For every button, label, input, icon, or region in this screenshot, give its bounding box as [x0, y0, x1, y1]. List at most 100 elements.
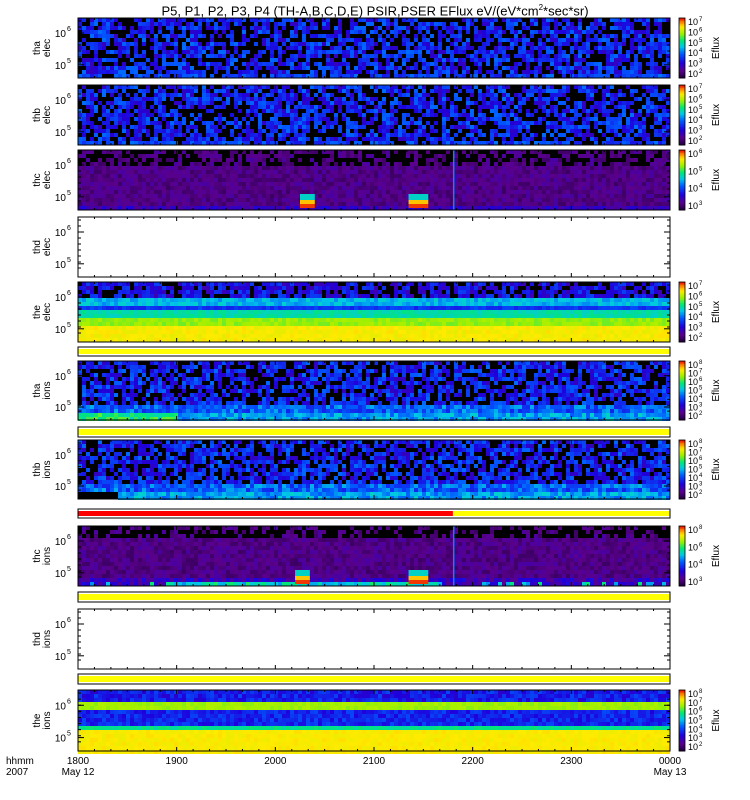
time-tick-label: 2000: [264, 756, 287, 767]
y-tick-exponent: 6: [67, 448, 71, 455]
colorbar-tick-label: 10: [688, 560, 698, 570]
y-tick-exponent: 5: [67, 649, 71, 656]
colorbar-tick-exponent: 5: [699, 38, 703, 44]
panel-label-species: ions: [42, 630, 53, 648]
colorbar-tick-label: 10: [688, 38, 698, 48]
panel-label-species: elec: [42, 303, 53, 321]
y-tick-label: 10: [55, 293, 67, 304]
colorbar-tick-label: 10: [688, 201, 698, 211]
colorbar-tick-exponent: 4: [699, 724, 703, 730]
y-tick-exponent: 5: [67, 190, 71, 197]
y-tick-label: 10: [55, 260, 67, 271]
colorbar-tick-label: 10: [688, 525, 698, 535]
y-tick-label: 10: [55, 325, 67, 336]
colorbar-tick-exponent: 6: [699, 291, 703, 297]
colorbar-tick-label: 10: [688, 312, 698, 322]
y-tick-label: 10: [55, 734, 67, 745]
mode-bar-segment: [78, 349, 670, 354]
y-tick-label: 10: [55, 61, 67, 72]
axes-thd_ions: 10 610 5thd ions: [32, 608, 671, 670]
colorbar-tick-label: 10: [688, 166, 698, 176]
y-tick-label: 10: [55, 161, 67, 172]
y-tick-label: 10: [55, 128, 67, 139]
colorbar-tick-exponent: 6: [699, 27, 703, 33]
colorbar-tick-label: 10: [688, 48, 698, 58]
colorbar-tick-exponent: 3: [699, 323, 703, 329]
heatmap-tha_elec: [78, 18, 670, 78]
panel-label-species: ions: [42, 711, 53, 729]
time-axis: 1800 1900 2000 2100 2200 2300 0000 May 12 May 13…: [6, 756, 687, 778]
y-tick-label: 10: [55, 403, 67, 414]
y-tick-exponent: 6: [67, 617, 71, 624]
colorbar-tick-label: 10: [688, 281, 698, 291]
y-tick-exponent: 6: [67, 158, 71, 165]
colorbar-tick-exponent: 5: [699, 166, 703, 172]
colorbar-label: Eflux: [711, 104, 722, 126]
colorbar-tick-exponent: 3: [699, 201, 703, 207]
colorbar-label: Eflux: [711, 545, 722, 567]
colorbar-tick-exponent: 4: [699, 115, 703, 121]
mode-bar-segment: [78, 676, 670, 682]
time-tick-label: 1800: [67, 756, 90, 767]
colorbar-tick-exponent: 6: [699, 149, 703, 155]
colorbar-tick-exponent: 4: [699, 312, 703, 318]
panel-label-species: ions: [42, 547, 53, 565]
colorbar-tick-label: 10: [688, 742, 698, 752]
colorbar-tick-exponent: 6: [699, 707, 703, 713]
mode-bar-thc_ions: [77, 591, 671, 603]
heatmap-thb_ions: [78, 440, 670, 500]
colorbar-tha_ions: 10 810 710 610 510 410 310 2Eflux: [678, 360, 722, 421]
colorbar-tick-label: 10: [688, 302, 698, 312]
colorbar-label: Eflux: [711, 37, 722, 59]
colorbar-tick-exponent: 5: [699, 465, 703, 471]
colorbar-tick-exponent: 2: [699, 69, 703, 75]
y-tick-label: 10: [55, 620, 67, 631]
colorbar-tick-exponent: 4: [699, 560, 703, 566]
colorbar-label: Eflux: [711, 301, 722, 323]
start-date-label: May 12: [62, 767, 95, 778]
colorbar-tick-exponent: 6: [699, 377, 703, 383]
axes-thd_elec: 10 610 5thd elec: [32, 216, 671, 278]
colorbar-tick-label: 10: [688, 411, 698, 421]
y-tick-label: 10: [55, 228, 67, 239]
panel-label-species: ions: [42, 381, 53, 399]
colorbar-tick-exponent: 8: [699, 525, 703, 531]
end-date-label: May 13: [654, 767, 687, 778]
colorbar-tick-exponent: 3: [699, 403, 703, 409]
colorbar-tick-exponent: 8: [699, 689, 703, 695]
colorbar-tick-exponent: 6: [699, 542, 703, 548]
time-tick-label: 1900: [166, 756, 189, 767]
time-tick-label: 2100: [363, 756, 386, 767]
colorbar-tick-exponent: 4: [699, 184, 703, 190]
panel-label-species: elec: [42, 106, 53, 124]
colorbar-tick-exponent: 5: [699, 716, 703, 722]
heatmap-the_elec: [78, 282, 670, 342]
colorbar-tick-label: 10: [688, 17, 698, 27]
y-tick-exponent: 6: [67, 225, 71, 232]
colorbar-tick-exponent: 7: [699, 17, 703, 23]
mode-bar-segment: [78, 594, 670, 600]
y-tick-exponent: 5: [67, 400, 71, 407]
colorbar-tick-label: 10: [688, 126, 698, 136]
y-tick-exponent: 5: [67, 322, 71, 329]
colorbar-thb_elec: 10 710 610 510 410 310 2Eflux: [678, 84, 722, 146]
y-tick-label: 10: [55, 701, 67, 712]
colorbar-tick-exponent: 5: [699, 105, 703, 111]
colorbar-tick-label: 10: [688, 59, 698, 69]
mode-bar-thb_ions: [77, 508, 671, 519]
colorbar-tick-label: 10: [688, 94, 698, 104]
spectrogram-stack: 10 610 5tha elec10 710 610 510 410 310 2Eflux10 61…: [6, 17, 722, 778]
y-tick-exponent: 5: [67, 731, 71, 738]
y-tick-exponent: 6: [67, 290, 71, 297]
heatmap-thb_elec: [78, 85, 670, 145]
colorbar-label: Eflux: [711, 379, 722, 401]
colorbar-tick-exponent: 7: [699, 84, 703, 90]
colorbar-tick-exponent: 3: [699, 577, 703, 583]
y-tick-exponent: 6: [67, 369, 71, 376]
colorbar-tick-label: 10: [688, 69, 698, 79]
time-tick-label: 2200: [462, 756, 485, 767]
colorbar-tick-label: 10: [688, 333, 698, 343]
colorbar-tick-label: 10: [688, 291, 698, 301]
colorbar-tick-exponent: 3: [699, 733, 703, 739]
colorbar-thc_elec: 10 610 510 410 3Eflux: [678, 149, 722, 211]
